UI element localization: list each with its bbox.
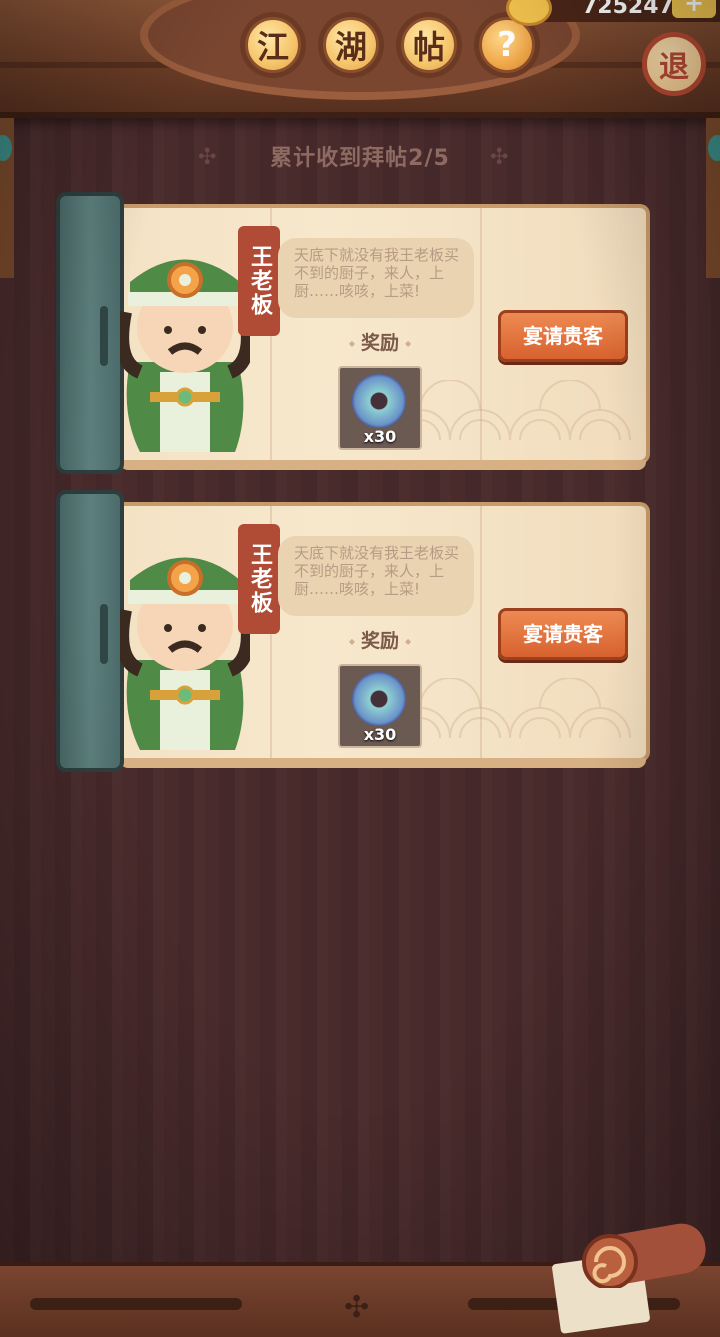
exit-button[interactable]: 退 (642, 32, 706, 96)
scroll-icon[interactable] (580, 1222, 710, 1288)
coin-count: 725247 (582, 0, 674, 19)
reward-label: 奖励 (336, 626, 424, 653)
add-coins-button[interactable]: + (672, 0, 716, 18)
reward-quantity: x30 (363, 427, 397, 446)
title-char-2: 湖 (318, 12, 384, 78)
wang-laoban-character (120, 557, 250, 750)
jade-disc-icon (352, 374, 406, 428)
guest-name-tag: 王老板 (238, 226, 280, 336)
reward-item[interactable]: x30 (338, 366, 422, 450)
guest-name-tag: 王老板 (238, 524, 280, 634)
card-binder (56, 192, 124, 474)
wave-pattern (390, 380, 631, 440)
guest-quote: 天底下就没有我王老板买不到的厨子，来人，上厨……咳咳，上菜! (278, 536, 474, 616)
title-char-1: 江 (240, 12, 306, 78)
guest-quote: 天底下就没有我王老板买不到的厨子，来人，上厨……咳咳，上菜! (278, 238, 474, 318)
invite-guest-button[interactable]: 宴请贵客 (498, 608, 628, 660)
wang-laoban-character (120, 259, 250, 452)
wave-pattern (390, 678, 631, 738)
title-char-3: 帖 (396, 12, 462, 78)
reward-label: 奖励 (336, 328, 424, 355)
flower-ornament-right: ✣ (490, 145, 509, 170)
invitation-count: 累计收到拜帖2/5 (270, 146, 450, 171)
invitation-card: 王老板 天底下就没有我王老板买不到的厨子，来人，上厨……咳咳，上菜! 奖励 x3… (56, 192, 660, 474)
card-binder (56, 490, 124, 772)
title-buttons: 江 湖 帖 ? (240, 12, 540, 78)
invite-guest-button[interactable]: 宴请贵客 (498, 310, 628, 362)
reward-quantity: x30 (363, 725, 397, 744)
bottom-flower-ornament: ✣ (344, 1290, 370, 1325)
reward-item[interactable]: x30 (338, 664, 422, 748)
bottom-slot-left (30, 1298, 242, 1310)
jade-disc-icon (352, 672, 406, 726)
invitation-card: 王老板 天底下就没有我王老板买不到的厨子，来人，上厨……咳咳，上菜! 奖励 x3… (56, 490, 660, 772)
